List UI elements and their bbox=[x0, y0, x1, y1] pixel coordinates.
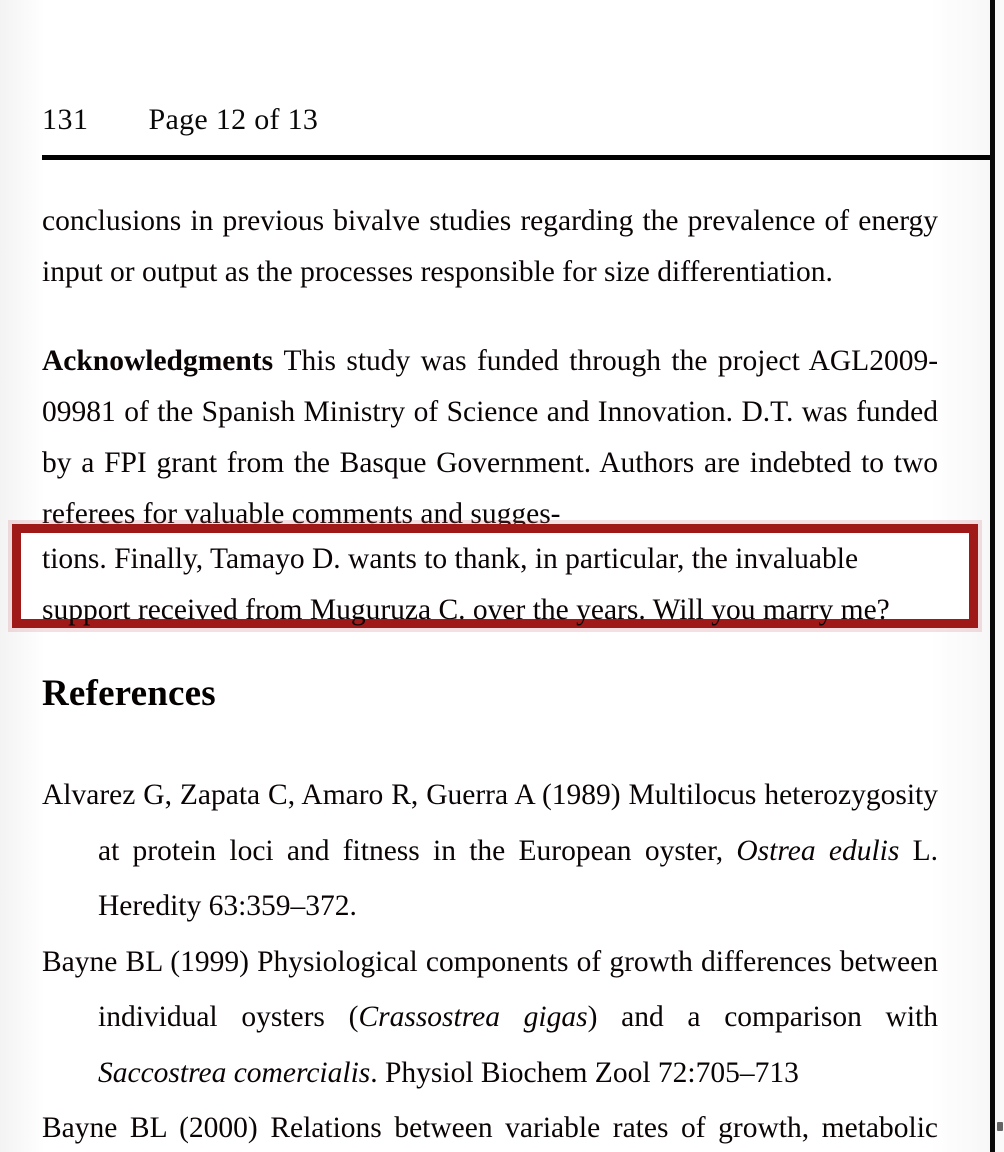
reference-text: . Physiol Biochem Zool 72:705–713 bbox=[370, 1056, 799, 1089]
highlighted-proposal-text: tions. Finally, Tamayo D. wants to thank… bbox=[42, 534, 938, 636]
species-name-italic: Crassostrea gigas bbox=[358, 1001, 588, 1033]
references-heading: References bbox=[42, 673, 216, 714]
ink-layer: 131 Page 12 of 13 conclusions in previou… bbox=[0, 0, 1004, 1152]
acknowledgments-line-1: This study was funded through the projec… bbox=[283, 345, 800, 377]
reference-entry: Bayne BL (1999) Physiological components… bbox=[42, 935, 938, 1102]
scan-artifact-mark bbox=[997, 1122, 1003, 1131]
page-of-total-label: Page 12 of 13 bbox=[148, 103, 319, 136]
paragraph-conclusions-text: conclusions in previous bivalve studies … bbox=[42, 205, 938, 288]
reference-text: ) and a comparison with bbox=[587, 1001, 938, 1033]
reference-list: Alvarez G, Zapata C, Amaro R, Guerra A (… bbox=[42, 768, 938, 1152]
highlight-line-1: tions. Finally, Tamayo D. wants to thank… bbox=[42, 543, 859, 575]
highlight-line-2: support received from Muguruza C. over t… bbox=[42, 594, 890, 626]
scan-gutter bbox=[995, 0, 1004, 1152]
running-head: 131 Page 12 of 13 bbox=[42, 103, 942, 147]
scanned-page: 131 Page 12 of 13 conclusions in previou… bbox=[0, 0, 1004, 1152]
paragraph-acknowledgments: Acknowledgments This study was funded th… bbox=[42, 336, 938, 540]
paragraph-conclusions: conclusions in previous bivalve studies … bbox=[42, 196, 938, 298]
page-folio-number: 131 bbox=[42, 103, 89, 136]
acknowledgments-label: Acknowledgments bbox=[42, 345, 284, 377]
reference-entry: Alvarez G, Zapata C, Amaro R, Guerra A (… bbox=[42, 768, 938, 935]
species-name-italic: Saccostrea comercialis bbox=[98, 1056, 371, 1089]
text-column: conclusions in previous bivalve studies … bbox=[42, 196, 938, 540]
reference-entry: Bayne BL (2000) Relations between variab… bbox=[42, 1101, 938, 1152]
species-name-italic: Ostrea edulis bbox=[736, 834, 900, 867]
reference-text: Bayne BL (2000) Relations between variab… bbox=[42, 1112, 938, 1144]
header-rule-divider bbox=[42, 155, 991, 160]
